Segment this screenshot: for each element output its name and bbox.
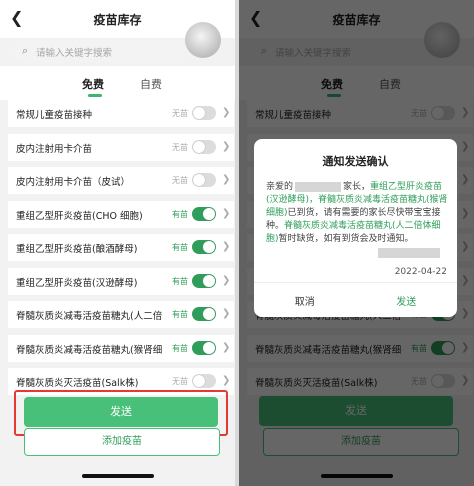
notify-toggle[interactable] [192, 139, 216, 154]
toggle-knob [203, 308, 215, 320]
vaccine-name: 重组乙型肝炎疫苗(CHO 细胞) [16, 210, 143, 222]
toggle-knob [203, 241, 215, 253]
tab-bar: 免费 自费 [0, 66, 235, 100]
vaccine-name: 脊髓灰质炎灭活疫苗(Salk株) [16, 378, 139, 389]
confirm-dialog: 通知发送确认 亲爱的 家长，重组乙型肝炎疫苗(汉逊酵母)，脊髓灰质炎减毒活疫苗糖丸… [254, 139, 457, 317]
vaccine-name: 重组乙型肝炎疫苗(汉逊酵母) [16, 277, 138, 289]
confirm-send-button[interactable]: 发送 [356, 293, 458, 308]
vaccine-name: 脊髓灰质炎减毒活疫苗糖丸(猴肾细 [16, 344, 163, 356]
stock-status: 有苗 [172, 310, 188, 319]
list-item[interactable]: 常规儿童疫苗接种 无苗 ❯ [8, 100, 234, 127]
chevron-right-icon[interactable]: ❯ [222, 208, 230, 219]
active-tab-indicator [88, 94, 102, 97]
toggle-knob [193, 375, 205, 387]
chevron-right-icon[interactable]: ❯ [222, 141, 230, 152]
add-vaccine-button[interactable]: 添加疫苗 [24, 428, 220, 456]
toggle-knob [203, 274, 215, 287]
cancel-button[interactable]: 取消 [254, 293, 356, 308]
dialog-date: 2022-04-22 [394, 267, 447, 277]
notify-toggle[interactable] [192, 206, 216, 221]
search-icon: ⌕ [22, 44, 29, 57]
stock-status: 无苗 [172, 377, 188, 386]
stock-status: 无苗 [172, 142, 188, 152]
greeting: 亲爱的 [266, 182, 294, 192]
dialog-actions: 取消 发送 [254, 282, 457, 317]
list-item[interactable]: 脊髓灰质炎减毒活疫苗糖丸(人二倍有苗 ❯ [8, 301, 234, 328]
chevron-right-icon[interactable]: ❯ [222, 241, 230, 252]
list-item[interactable]: 重组乙型肝炎疫苗(汉逊酵母) 有苗 ❯ [8, 267, 234, 295]
home-indicator [82, 474, 154, 478]
toggle-knob [203, 341, 215, 354]
chevron-right-icon[interactable]: ❯ [222, 375, 230, 386]
notify-toggle[interactable] [192, 106, 216, 120]
notify-toggle[interactable] [192, 340, 216, 355]
dialog-message: 亲爱的 家长，重组乙型肝炎疫苗(汉逊酵母)，脊髓灰质炎减毒活疫苗糖丸(猴肾细胞)已… [266, 181, 448, 246]
toggle-knob [193, 107, 205, 119]
tab-free[interactable]: 免费 [82, 76, 104, 92]
stock-status: 有苗 [172, 243, 188, 252]
tab-paid[interactable]: 自费 [140, 76, 162, 92]
notify-toggle[interactable] [192, 173, 216, 187]
notify-toggle[interactable] [192, 374, 216, 388]
toggle-knob [193, 174, 205, 186]
search-placeholder: 请输入关键字搜索 [36, 48, 113, 59]
search-input[interactable]: ⌕ 请输入关键字搜索 [14, 40, 184, 62]
redacted-signature [378, 248, 440, 258]
floating-assistive-button[interactable] [185, 22, 221, 58]
chevron-right-icon[interactable]: ❯ [222, 107, 230, 118]
stock-status: 无苗 [172, 176, 188, 185]
notify-toggle[interactable] [192, 240, 216, 254]
list-item[interactable]: 重组乙型肝炎疫苗(CHO 细胞) 有苗 ❯ [8, 200, 234, 228]
stock-status: 有苗 [172, 343, 188, 353]
chevron-right-icon[interactable]: ❯ [222, 308, 230, 319]
right-screen: ❮ 疫苗库存 ⌕ 请输入关键字搜索 免费 自费 常规儿童疫苗接种无苗❯皮内注射用… [239, 0, 474, 486]
notify-toggle[interactable] [192, 307, 216, 321]
vaccine-list: 常规儿童疫苗接种无苗❯皮内注射用卡介苗无苗❯皮内注射用卡介苗（皮试）无苗❯重组乙… [8, 100, 234, 402]
parent-label: 家长， [343, 182, 371, 192]
chevron-right-icon[interactable]: ❯ [222, 275, 230, 286]
list-item[interactable]: 皮内注射用卡介苗（皮试） 无苗 ❯ [8, 167, 234, 194]
vaccine-name: 重组乙型肝炎疫苗(酿酒酵母) [16, 244, 138, 255]
toggle-knob [203, 207, 215, 220]
list-item[interactable]: 皮内注射用卡介苗 无苗 ❯ [8, 133, 234, 161]
out-of-stock-suffix: 暂时缺货，如有到货会及时通知。 [278, 234, 414, 244]
chevron-right-icon[interactable]: ❯ [222, 174, 230, 185]
stock-status: 有苗 [172, 209, 188, 219]
left-screen: ❮ 疫苗库存 ⌕ 请输入关键字搜索 免费 自费 常规儿童疫苗接种 无苗 ❯ 皮内注射用… [0, 0, 235, 486]
dialog-title: 通知发送确认 [322, 155, 389, 168]
stock-status: 无苗 [172, 109, 188, 118]
vaccine-name: 脊髓灰质炎减毒活疫苗糖丸(人二倍 [16, 311, 163, 322]
list-item[interactable]: 脊髓灰质炎减毒活疫苗糖丸(猴肾细有苗 ❯ [8, 334, 234, 362]
list-item[interactable]: 重组乙型肝炎疫苗(酿酒酵母) 有苗 ❯ [8, 234, 234, 261]
stock-status: 有苗 [172, 276, 188, 286]
vaccine-name: 皮内注射用卡介苗（皮试） [16, 177, 131, 188]
toggle-knob [193, 140, 205, 153]
chevron-right-icon[interactable]: ❯ [222, 342, 230, 353]
send-button[interactable]: 发送 [24, 397, 218, 427]
redacted-name [295, 181, 342, 192]
vaccine-name: 皮内注射用卡介苗 [16, 143, 93, 155]
vaccine-name: 常规儿童疫苗接种 [16, 110, 93, 121]
notify-toggle[interactable] [192, 273, 216, 288]
